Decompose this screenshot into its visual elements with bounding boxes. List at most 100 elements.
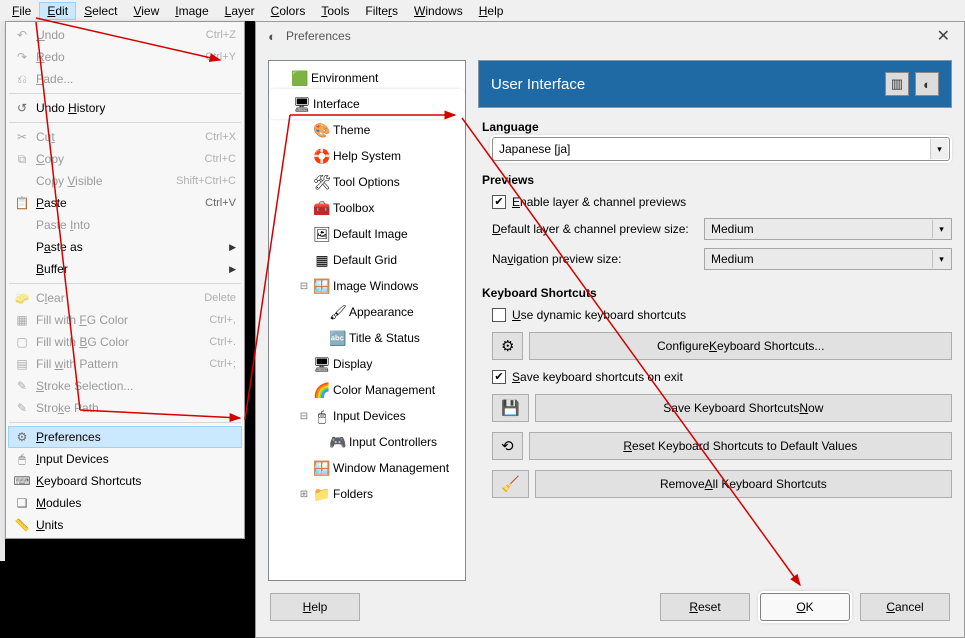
menu-tools[interactable]: Tools xyxy=(313,2,357,20)
menu-item-label: Paste xyxy=(32,196,205,210)
nav-item-appearance[interactable]: 🖌Appearance xyxy=(271,299,463,325)
menu-edit[interactable]: Edit xyxy=(39,2,76,20)
menu-item-icon: ↶ xyxy=(12,28,32,42)
gimp-mascot-icon: ◐ xyxy=(915,72,939,96)
reset-icon: ⟲ xyxy=(492,432,523,460)
nav-item-label: Display xyxy=(333,357,372,371)
menu-file[interactable]: File xyxy=(4,2,39,20)
expander-icon[interactable]: ⊟ xyxy=(297,281,311,292)
save-on-exit-checkbox[interactable]: ✔ xyxy=(492,370,506,384)
reset-button[interactable]: Reset xyxy=(660,593,750,621)
nav-item-icon: 🛟 xyxy=(311,148,333,165)
preferences-nav-tree[interactable]: 🟩Environment🖥Interface🎨Theme🛟Help System… xyxy=(268,60,466,581)
menu-item-paste[interactable]: 📋PasteCtrl+V xyxy=(8,192,242,214)
expander-icon[interactable]: ⊞ xyxy=(297,489,311,500)
nav-item-theme[interactable]: 🎨Theme xyxy=(271,117,463,143)
save-on-exit-label: Save keyboard shortcuts on exit xyxy=(512,370,683,384)
titlebar[interactable]: ◐ Preferences ✕ xyxy=(256,22,964,50)
nav-item-color-management[interactable]: 🌈Color Management xyxy=(271,377,463,403)
cancel-button[interactable]: Cancel xyxy=(860,593,950,621)
nav-item-icon: 🔤 xyxy=(327,330,349,347)
nav-item-default-grid[interactable]: ▦Default Grid xyxy=(271,247,463,273)
nav-item-label: Color Management xyxy=(333,383,435,397)
menu-layer[interactable]: Layer xyxy=(217,2,263,20)
nav-item-icon: 🪟 xyxy=(311,278,333,295)
menu-filters[interactable]: Filters xyxy=(357,2,406,20)
menu-item-icon: 📏 xyxy=(12,518,32,532)
nav-item-display[interactable]: 🖥Display xyxy=(271,351,463,377)
menu-item-icon: 📋 xyxy=(12,196,32,210)
nav-item-folders[interactable]: ⊞📁Folders xyxy=(271,481,463,507)
dialog-title: Preferences xyxy=(286,29,931,43)
menu-item-modules[interactable]: ❏Modules xyxy=(8,492,242,514)
menu-item-shortcut: Ctrl+Y xyxy=(205,51,238,63)
expander-icon[interactable]: ⊟ xyxy=(297,411,311,422)
menu-item-icon: ▦ xyxy=(12,313,32,327)
enable-previews-checkbox[interactable]: ✔ xyxy=(492,195,506,209)
remove-shortcuts-button[interactable]: Remove All Keyboard Shortcuts xyxy=(535,470,952,498)
nav-item-icon: 📁 xyxy=(311,486,333,503)
nav-item-window-management[interactable]: 🪟Window Management xyxy=(271,455,463,481)
nav-item-label: Window Management xyxy=(333,461,449,475)
menu-separator xyxy=(9,283,241,284)
menu-item-stroke-path: ✎Stroke Path... xyxy=(8,397,242,419)
menu-help[interactable]: Help xyxy=(471,2,512,20)
nav-item-icon: 🖼 xyxy=(311,226,333,243)
nav-item-tool-options[interactable]: 🛠Tool Options xyxy=(271,169,463,195)
configure-shortcuts-button[interactable]: Configure Keyboard Shortcuts... xyxy=(529,332,952,360)
menu-item-fill-with-bg-color: ▢Fill with BG ColorCtrl+. xyxy=(8,331,242,353)
ok-button[interactable]: OK xyxy=(760,593,850,621)
menu-item-shortcut: Ctrl+C xyxy=(205,153,238,165)
nav-item-icon: 🎨 xyxy=(311,122,333,139)
chevron-down-icon: ▾ xyxy=(930,139,948,159)
menu-item-buffer[interactable]: Buffer▶ xyxy=(8,258,242,280)
menu-windows[interactable]: Windows xyxy=(406,2,471,20)
save-shortcuts-now-button[interactable]: Save Keyboard Shortcuts Now xyxy=(535,394,952,422)
menubar: File Edit Select View Image Layer Colors… xyxy=(0,0,965,21)
configure-shortcuts-icon: ⚙ xyxy=(492,332,523,360)
menu-item-label: Copy xyxy=(32,152,205,166)
menu-item-shortcut: Ctrl+; xyxy=(209,358,238,370)
nav-item-interface[interactable]: 🖥Interface xyxy=(271,91,463,117)
menu-colors[interactable]: Colors xyxy=(263,2,314,20)
nav-item-label: Title & Status xyxy=(349,331,420,345)
menu-select[interactable]: Select xyxy=(76,2,125,20)
menu-item-units[interactable]: 📏Units xyxy=(8,514,242,536)
default-preview-size-select[interactable]: Medium ▾ xyxy=(704,218,952,240)
menu-item-shortcut: Ctrl+V xyxy=(205,197,238,209)
nav-item-title-status[interactable]: 🔤Title & Status xyxy=(271,325,463,351)
nav-item-default-image[interactable]: 🖼Default Image xyxy=(271,221,463,247)
menu-view[interactable]: View xyxy=(125,2,167,20)
menu-item-input-devices[interactable]: 🖱Input Devices xyxy=(8,448,242,470)
nav-item-help-system[interactable]: 🛟Help System xyxy=(271,143,463,169)
reset-shortcuts-button[interactable]: Reset Keyboard Shortcuts to Default Valu… xyxy=(529,432,952,460)
menu-image[interactable]: Image xyxy=(167,2,216,20)
menu-item-label: Buffer xyxy=(32,262,238,276)
language-select[interactable]: Japanese [ja] ▾ xyxy=(492,137,950,161)
menu-item-undo-history[interactable]: ↺Undo History xyxy=(8,97,242,119)
menu-item-stroke-selection: ✎Stroke Selection... xyxy=(8,375,242,397)
nav-item-input-devices[interactable]: ⊟🖱Input Devices xyxy=(271,403,463,429)
menu-separator xyxy=(9,122,241,123)
nav-item-label: Folders xyxy=(333,487,373,501)
dynamic-shortcuts-checkbox[interactable] xyxy=(492,308,506,322)
nav-item-input-controllers[interactable]: 🎮Input Controllers xyxy=(271,429,463,455)
navigation-preview-size-select[interactable]: Medium ▾ xyxy=(704,248,952,270)
nav-item-label: Environment xyxy=(311,71,378,85)
menu-item-icon: ▢ xyxy=(12,335,32,349)
nav-item-label: Help System xyxy=(333,149,401,163)
nav-item-icon: 🟩 xyxy=(289,70,311,87)
keyboard-heading: Keyboard Shortcuts xyxy=(482,286,952,300)
menu-item-preferences[interactable]: ⚙Preferences xyxy=(8,426,242,448)
menu-item-paste-as[interactable]: Paste as▶ xyxy=(8,236,242,258)
menu-item-label: Fill with BG Color xyxy=(32,335,209,349)
nav-item-image-windows[interactable]: ⊟🪟Image Windows xyxy=(271,273,463,299)
submenu-arrow-icon: ▶ xyxy=(229,264,236,275)
nav-item-icon: 🪟 xyxy=(311,460,333,477)
close-icon[interactable]: ✕ xyxy=(931,26,956,46)
menu-item-label: Modules xyxy=(32,496,238,510)
nav-item-environment[interactable]: 🟩Environment xyxy=(271,65,463,91)
nav-item-toolbox[interactable]: 🧰Toolbox xyxy=(271,195,463,221)
help-button[interactable]: Help xyxy=(270,593,360,621)
menu-item-keyboard-shortcuts[interactable]: ⌨Keyboard Shortcuts xyxy=(8,470,242,492)
